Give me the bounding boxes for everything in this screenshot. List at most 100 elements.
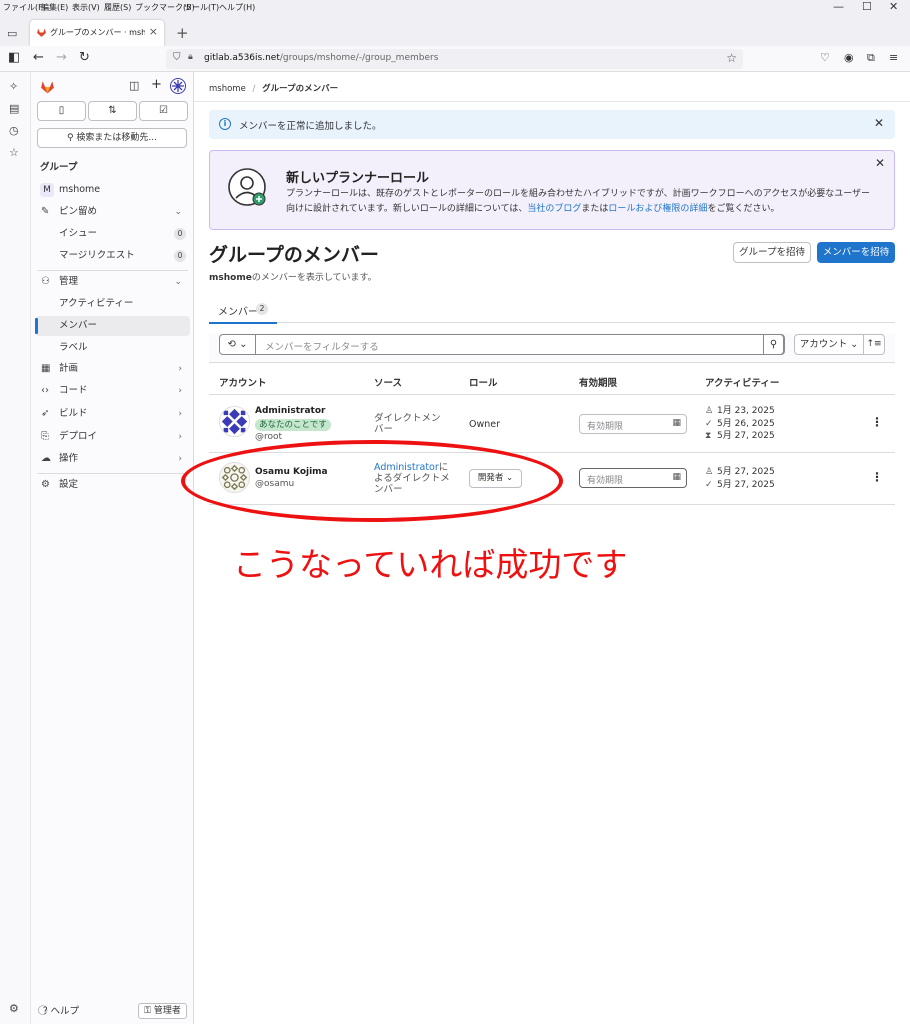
admin-button[interactable]: ⚿ 管理者 xyxy=(138,1003,187,1019)
bookmarks-icon[interactable]: ☆ xyxy=(9,146,19,159)
sidebar-item-code[interactable]: ‹› コード › xyxy=(35,381,190,401)
search-button[interactable]: ⚲ 検索または移動先... xyxy=(37,128,187,148)
deploy-icon: ⎘ xyxy=(41,431,49,442)
more-actions-icon[interactable]: ⋮ xyxy=(871,415,883,429)
member-filter-input[interactable]: ⟲ ⌄ メンバーをフィルターする xyxy=(219,334,785,355)
sidebar-item-settings[interactable]: ⚙ 設定 xyxy=(35,475,190,495)
sort-direction-icon[interactable]: ↑≡ xyxy=(863,334,885,355)
calendar-icon: ▦ xyxy=(41,363,51,374)
help-icon: ?⃝ xyxy=(43,1006,48,1017)
chevron-right-icon: › xyxy=(178,364,182,374)
menu-view[interactable]: 表示(V) xyxy=(72,2,100,13)
bookmark-star-icon[interactable]: ☆ xyxy=(726,51,737,65)
new-tab-icon[interactable]: + xyxy=(176,24,189,42)
menu-help[interactable]: ヘルプ(H) xyxy=(219,2,255,13)
you-badge: あなたのことです xyxy=(255,419,331,431)
recent-searches-icon[interactable]: ⟲ ⌄ xyxy=(220,335,256,354)
sidebar-item-deploy[interactable]: ⎘ デプロイ › xyxy=(35,427,190,447)
synced-tabs-icon[interactable]: ▤ xyxy=(9,102,19,115)
calendar-icon: ▦ xyxy=(672,472,681,482)
extensions-icon[interactable]: ⧉ xyxy=(867,51,875,65)
chevron-right-icon: › xyxy=(178,386,182,396)
back-icon[interactable]: ← xyxy=(33,50,44,65)
chevron-right-icon: › xyxy=(178,432,182,442)
divider xyxy=(37,473,188,474)
reload-icon[interactable]: ↻ xyxy=(79,50,90,65)
menu-history[interactable]: 履歴(S) xyxy=(104,2,131,13)
sidebar-item-group[interactable]: M mshome xyxy=(35,180,190,200)
sidebar-item-activity[interactable]: アクティビティー xyxy=(35,294,190,314)
collapse-sidebar-icon[interactable]: ◫ xyxy=(129,79,139,92)
dismiss-callout-close-icon[interactable]: ✕ xyxy=(875,156,885,170)
gitlab-logo-icon[interactable] xyxy=(39,79,56,95)
blog-link[interactable]: 当社のブログ xyxy=(527,204,581,214)
tabs-divider xyxy=(209,322,895,323)
more-actions-icon[interactable]: ⋮ xyxy=(871,470,883,484)
tab-members[interactable]: メンバー 2 xyxy=(209,297,277,324)
sidebar-toggle-icon[interactable]: ◧ xyxy=(8,50,20,65)
ai-sparkle-icon[interactable]: ✧ xyxy=(9,80,18,93)
sidebar-item-labels[interactable]: ラベル xyxy=(35,338,190,358)
invite-group-button[interactable]: グループを招待 xyxy=(733,242,811,263)
account-icon[interactable]: ◉ xyxy=(844,51,854,64)
member-handle: @root xyxy=(255,432,283,442)
browser-tab[interactable]: グループのメンバー · mshome · GitL × xyxy=(30,20,164,46)
address-bar[interactable]: ⛉ 🔒︎ gitlab.a536is.net/groups/mshome/-/g… xyxy=(166,49,743,69)
sidebar-item-members[interactable]: メンバー xyxy=(35,316,190,336)
dismiss-alert-close-icon[interactable]: ✕ xyxy=(874,116,884,130)
activity-info: ♙ 5月 27, 2025 ✓ 5月 27, 2025 xyxy=(705,467,775,490)
customize-icon[interactable]: ⚙ xyxy=(9,1002,19,1015)
avatar[interactable] xyxy=(219,406,250,437)
breadcrumb-current[interactable]: グループのメンバー xyxy=(262,84,338,94)
assigned-issues-button[interactable]: ▯ xyxy=(37,101,86,121)
search-submit-button[interactable]: ⚲ xyxy=(763,334,784,355)
tab-list-icon[interactable]: ▭ xyxy=(7,27,17,40)
search-icon: ⚲ xyxy=(66,133,77,143)
issues-count-badge: 0 xyxy=(174,228,186,240)
check-icon: ✓ xyxy=(705,418,713,429)
sidebar-item-merge-requests[interactable]: マージリクエスト 0 xyxy=(35,246,190,266)
history-icon[interactable]: ◷ xyxy=(9,124,19,137)
key-icon: ⚿ xyxy=(144,1006,151,1016)
roles-permissions-link[interactable]: ロールおよび権限の詳細 xyxy=(608,204,707,214)
sidebar-item-operate[interactable]: ☁ 操作 › xyxy=(35,449,190,469)
create-new-icon[interactable]: + xyxy=(151,77,162,92)
sidebar-item-manage[interactable]: ⚇ 管理 ⌄ xyxy=(35,272,190,292)
app-menu-icon[interactable]: ≡ xyxy=(889,51,898,64)
col-header-account: アカウント xyxy=(219,378,267,389)
chevron-right-icon: › xyxy=(178,454,182,464)
sidebar-item-build[interactable]: ➶ ビルド › xyxy=(35,404,190,424)
sidebar-item-issues[interactable]: イシュー 0 xyxy=(35,224,190,244)
shield-icon[interactable]: ⛉ xyxy=(173,52,181,63)
todo-list-button[interactable]: ☑ xyxy=(139,101,188,121)
member-role: Owner xyxy=(469,419,501,430)
calendar-icon: ▦ xyxy=(672,418,681,428)
page-subtitle: mshomeのメンバーを表示しています。 xyxy=(209,273,377,283)
expiry-date-input[interactable]: 有効期限 ▦ xyxy=(579,414,687,434)
menu-edit[interactable]: 編集(E) xyxy=(41,2,68,13)
tab-title: グループのメンバー · mshome · GitL xyxy=(50,28,145,37)
users-icon: ⚇ xyxy=(41,276,50,287)
forward-icon[interactable]: → xyxy=(56,50,67,65)
breadcrumb-group-link[interactable]: mshome xyxy=(209,84,246,94)
user-avatar[interactable] xyxy=(170,78,186,94)
sort-dropdown[interactable]: アカウント ⌄ xyxy=(794,334,864,355)
col-header-source: ソース xyxy=(374,378,403,389)
invite-member-button[interactable]: メンバーを招待 xyxy=(817,242,895,263)
lock-icon[interactable]: 🔒︎ xyxy=(188,52,193,62)
expiry-date-input[interactable]: 有効期限 ▦ xyxy=(579,468,687,488)
help-button[interactable]: ?⃝ ヘルプ xyxy=(43,1003,79,1017)
col-header-expiry: 有効期限 xyxy=(579,378,618,389)
gitlab-sidebar: ◫ + ▯ ⇅ ☑ ⚲ 検索または移動先... グループ M mshome ✎ … xyxy=(31,72,194,1024)
sidebar-item-plan[interactable]: ▦ 計画 › xyxy=(35,359,190,379)
tab-close-icon[interactable]: × xyxy=(149,25,158,38)
pocket-icon[interactable]: ♡ xyxy=(820,51,830,64)
merge-requests-button[interactable]: ⇅ xyxy=(88,101,137,121)
members-count-badge: 2 xyxy=(256,303,268,315)
info-icon: i xyxy=(219,118,231,130)
success-alert: i メンバーを正常に追加しました。 ✕ xyxy=(209,110,895,139)
sidebar-item-pinned[interactable]: ✎ ピン留め ⌄ xyxy=(35,202,190,222)
menu-tools[interactable]: ツール(T) xyxy=(184,2,219,13)
menu-file[interactable]: ファイル(F) xyxy=(3,2,46,13)
member-name[interactable]: Administrator xyxy=(255,406,325,416)
